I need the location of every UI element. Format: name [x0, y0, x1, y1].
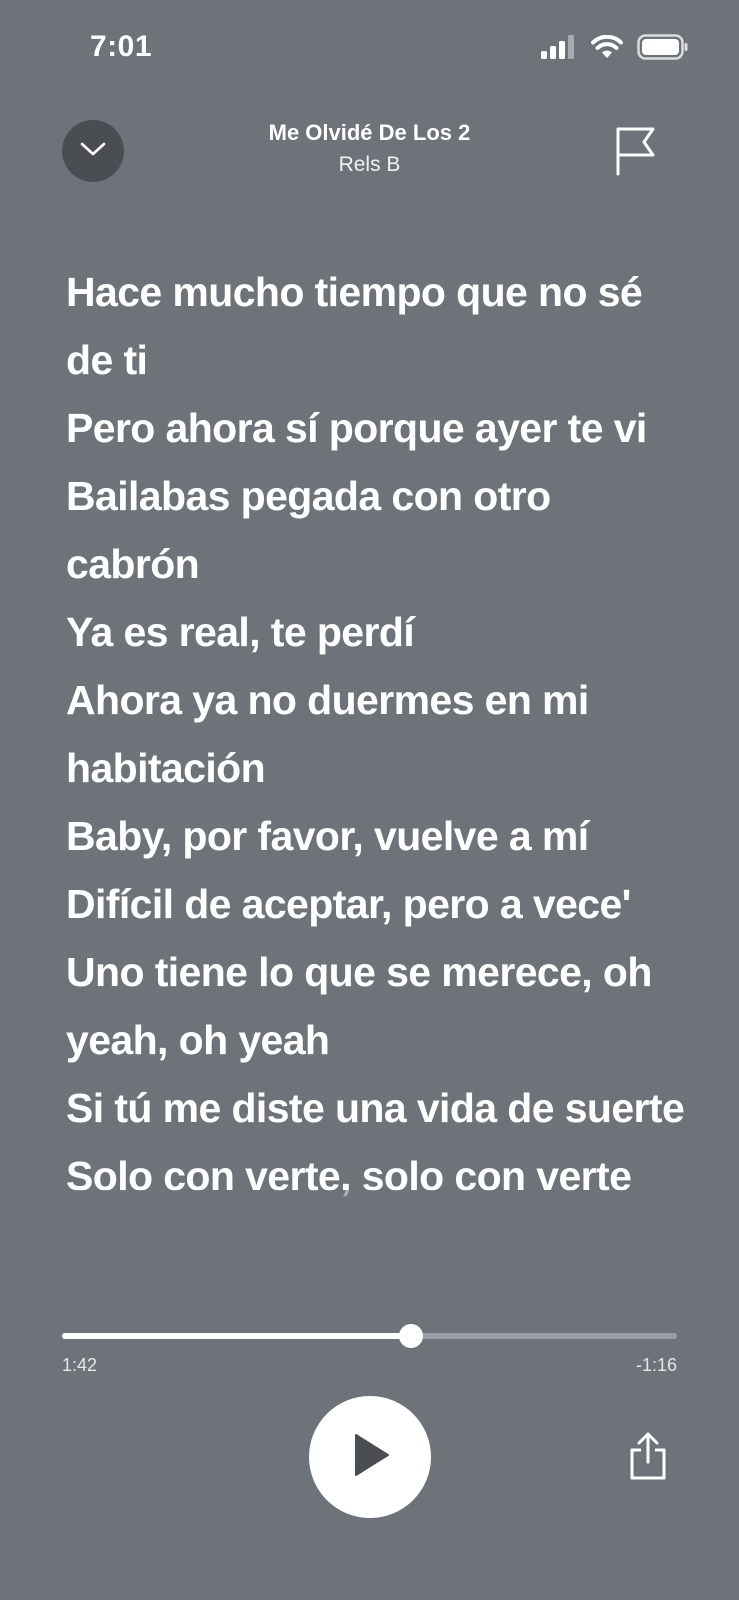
- lyrics-panel[interactable]: Hace mucho tiempo que no sé de ti Pero a…: [66, 258, 686, 1248]
- player-header: Me Olvidé De Los 2 Rels B: [0, 110, 739, 190]
- share-icon: [628, 1432, 668, 1486]
- collapse-button[interactable]: [62, 120, 124, 182]
- track-title: Me Olvidé De Los 2: [268, 120, 471, 145]
- time-remaining: -1:16: [635, 1355, 677, 1375]
- play-icon: [348, 1431, 392, 1484]
- lyrics-fade-overlay: [66, 1190, 686, 1248]
- track-artist: Rels B: [338, 153, 401, 176]
- lyric-line[interactable]: Ahora ya no duermes en mi habitación: [66, 666, 686, 802]
- progress-bar[interactable]: [62, 1324, 677, 1348]
- share-button[interactable]: [628, 1432, 668, 1482]
- lyric-line[interactable]: Bailabas pegada con otro cabrón: [66, 462, 686, 598]
- report-button[interactable]: [613, 124, 659, 176]
- progress-fill: [62, 1333, 412, 1339]
- wifi-icon: [591, 34, 623, 64]
- track-info: Me Olvidé De Los 2 Rels B: [170, 118, 569, 182]
- lyric-line[interactable]: Ya es real, te perdí: [66, 598, 686, 666]
- flag-icon: [613, 127, 659, 180]
- battery-icon: [637, 34, 689, 65]
- lyric-line[interactable]: Pero ahora sí porque ayer te vi: [66, 394, 686, 462]
- time-elapsed: 1:42: [62, 1355, 98, 1375]
- status-icons: [541, 34, 689, 65]
- lyric-line[interactable]: Si tú me diste una vida de suerte: [66, 1074, 686, 1142]
- lyric-line[interactable]: Baby, por favor, vuelve a mí: [66, 802, 686, 870]
- lyric-line[interactable]: Uno tiene lo que se merece, oh yeah, oh …: [66, 938, 686, 1074]
- chevron-down-icon: [79, 140, 107, 163]
- signal-icon: [541, 35, 577, 64]
- status-bar: 7:01: [0, 0, 739, 100]
- lyric-line[interactable]: Difícil de aceptar, pero a vece': [66, 870, 686, 938]
- play-button[interactable]: [309, 1396, 431, 1518]
- status-time: 7:01: [90, 30, 153, 63]
- progress-thumb[interactable]: [399, 1324, 424, 1348]
- lyric-line[interactable]: Hace mucho tiempo que no sé de ti: [66, 258, 686, 394]
